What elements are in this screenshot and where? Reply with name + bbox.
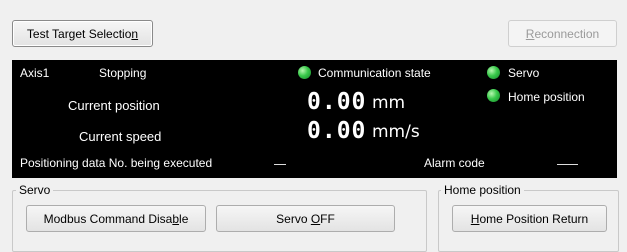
current-position-label: Current position	[68, 98, 160, 113]
reconnection-button[interactable]: Reconnection	[508, 20, 617, 47]
servo-off-button[interactable]: Servo OFF	[216, 205, 395, 232]
positioning-data-value	[274, 164, 286, 165]
alarm-code-label: Alarm code	[424, 156, 485, 170]
communication-state-label: Communication state	[318, 66, 431, 80]
current-speed-value: 0.00	[307, 118, 367, 144]
current-position-value: 0.00	[307, 89, 367, 115]
communication-state-led-icon	[298, 66, 311, 79]
home-position-led-icon	[487, 89, 500, 102]
home-position-group-title: Home position	[441, 183, 524, 197]
current-position-unit: mm	[372, 93, 406, 113]
servo-led-icon	[487, 66, 500, 79]
modbus-command-disable-button[interactable]: Modbus Command Disable	[26, 205, 206, 232]
alarm-code-value	[557, 164, 578, 165]
servo-label: Servo	[508, 66, 540, 80]
servo-group-title: Servo	[16, 183, 54, 197]
test-target-selection-button[interactable]: Test Target Selection	[12, 20, 153, 47]
positioning-data-label: Positioning data No. being executed	[20, 156, 213, 170]
status-panel: Axis1 Stopping Communication state Servo…	[12, 60, 617, 178]
current-speed-label: Current speed	[79, 129, 162, 144]
modbus-command-disable-label: Modbus Command Disable	[43, 211, 189, 226]
reconnection-label: Reconnection	[525, 26, 600, 41]
test-target-selection-label: Test Target Selection	[26, 26, 139, 41]
status-text: Stopping	[99, 66, 147, 80]
home-position-label: Home position	[508, 90, 585, 104]
home-position-return-button[interactable]: Home Position Return	[452, 205, 607, 232]
servo-off-label: Servo OFF	[276, 211, 335, 226]
axis-label: Axis1	[20, 66, 50, 80]
home-position-return-label: Home Position Return	[470, 211, 589, 226]
current-speed-unit: mm/s	[372, 122, 420, 142]
